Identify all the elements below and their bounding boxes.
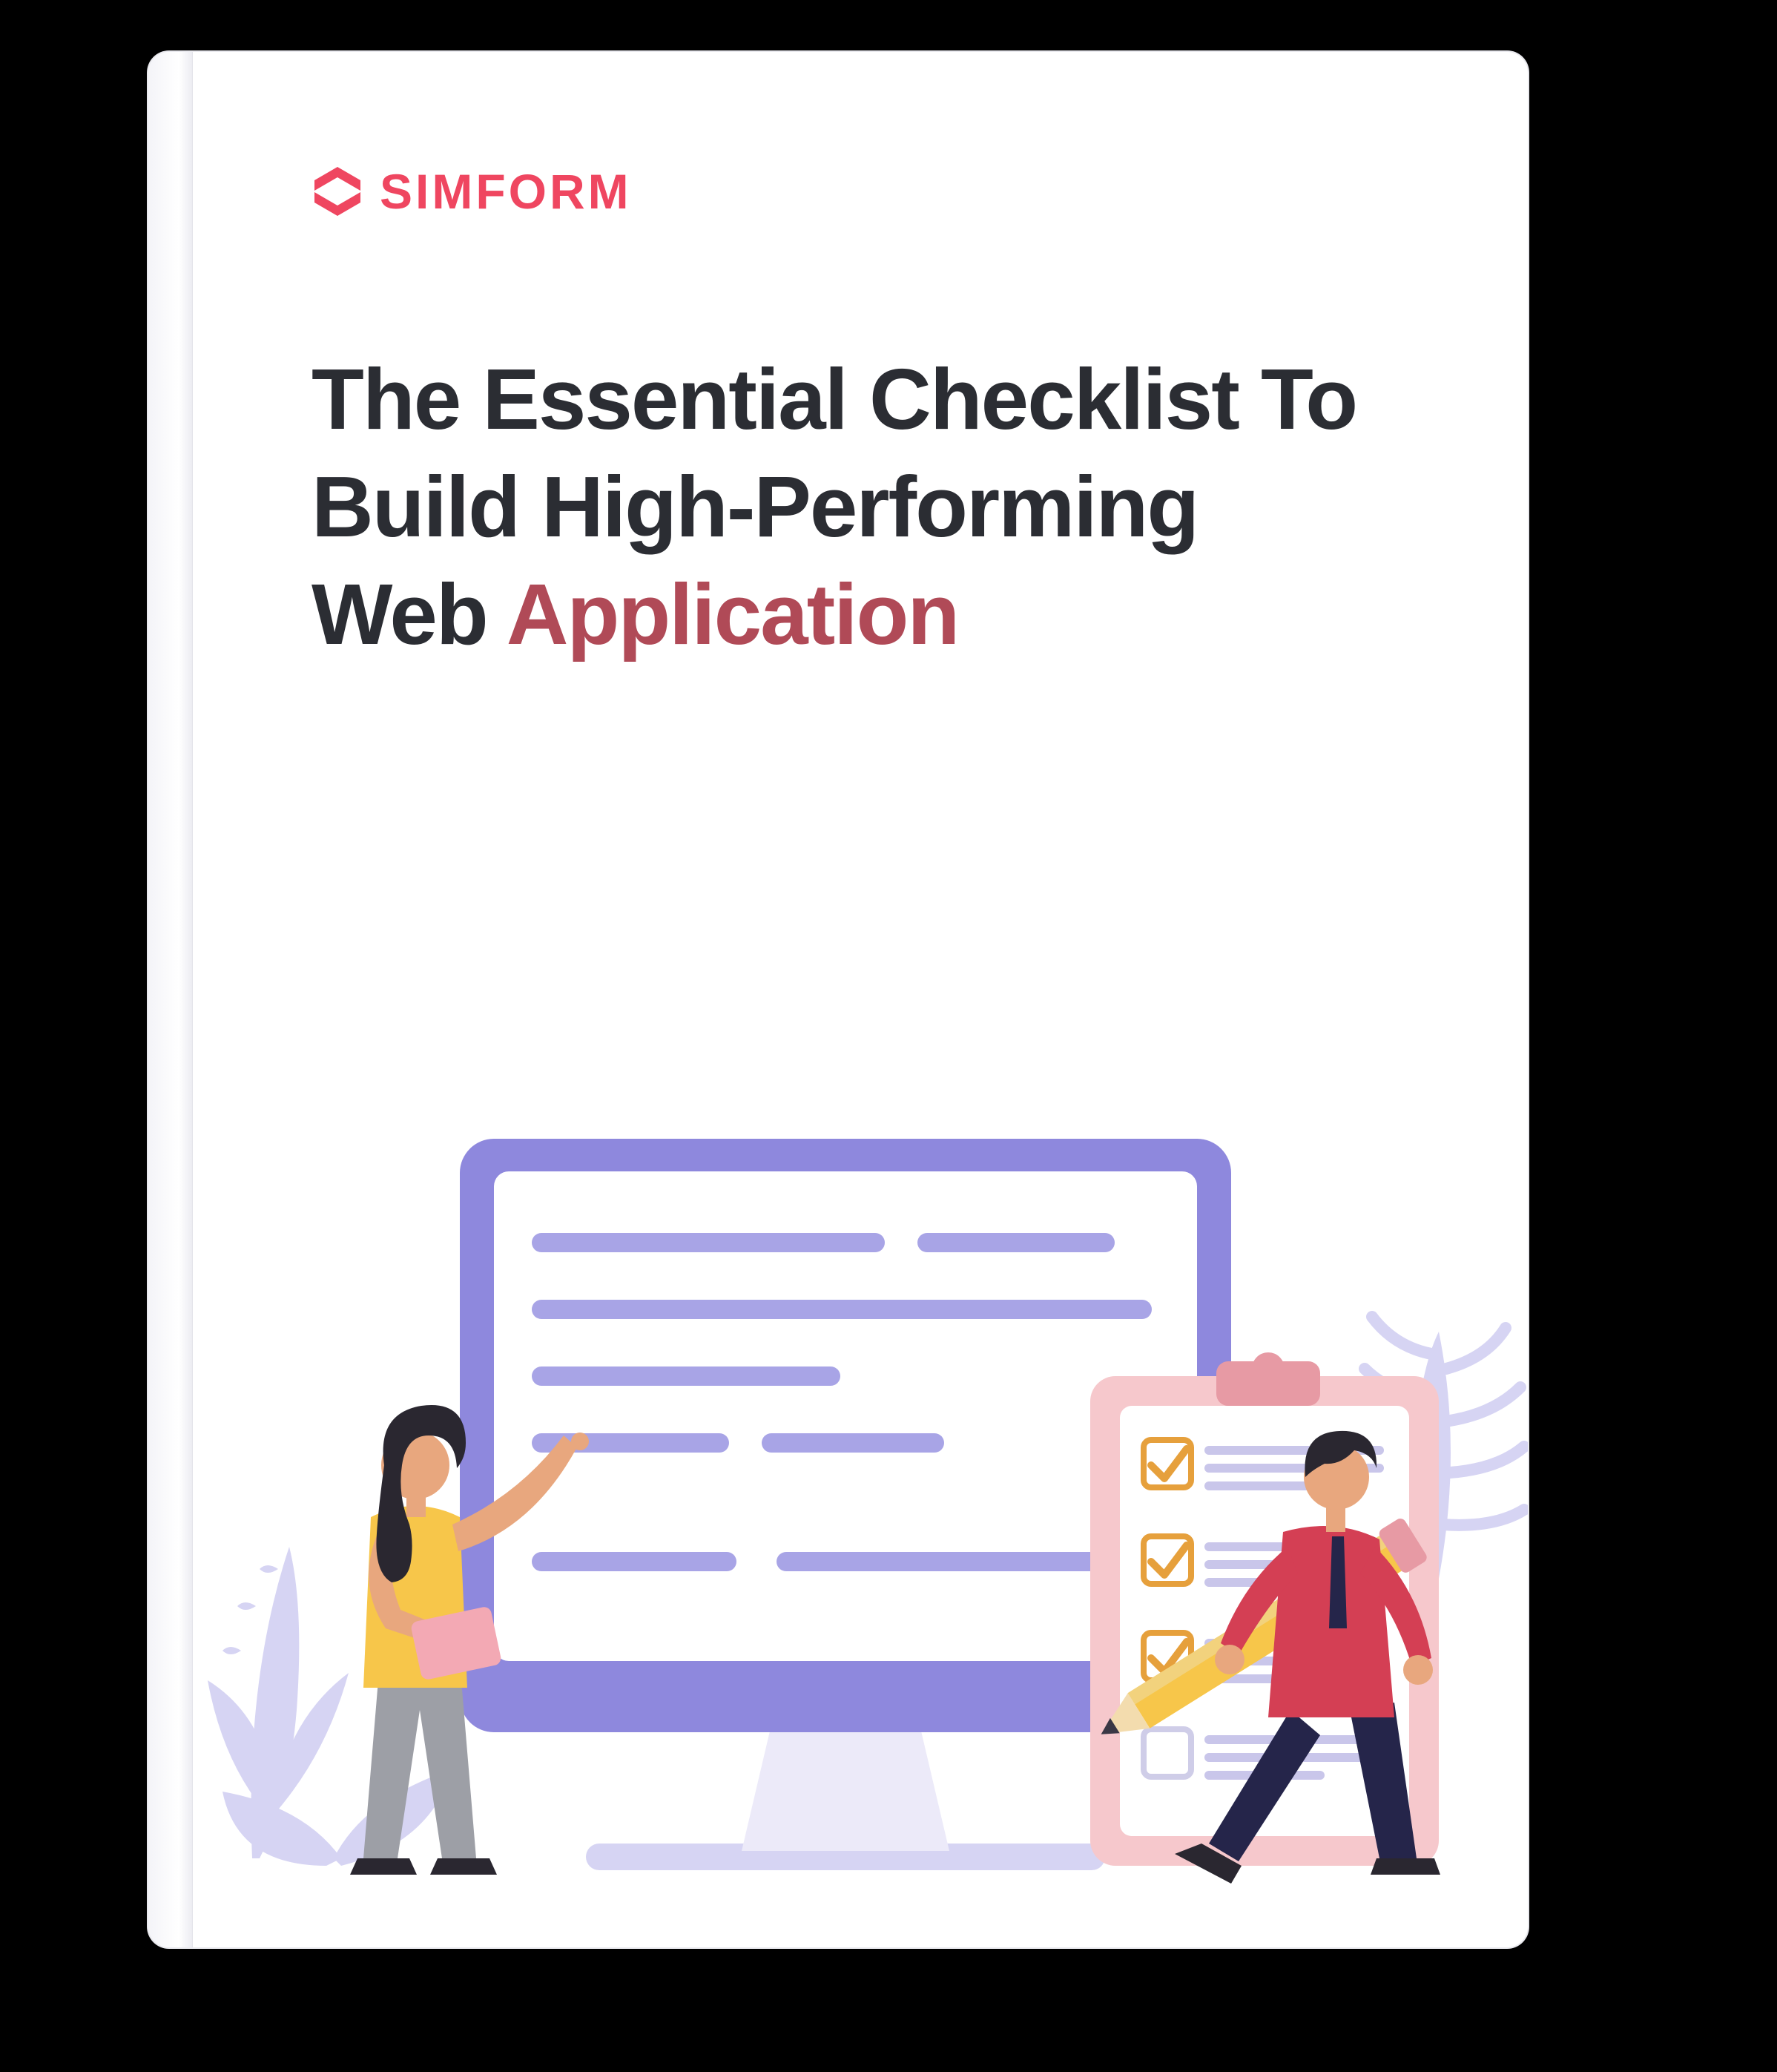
cover-illustration	[193, 1087, 1528, 1947]
title-line-3b: Application	[507, 566, 959, 662]
brand-logo-icon	[311, 165, 363, 217]
title-line-3a: Web	[311, 566, 507, 662]
ebook-cover: SIMFORM The Essential Checklist To Build…	[148, 52, 1528, 1947]
title-line-1: The Essential Checklist To	[311, 351, 1356, 447]
cover-title: The Essential Checklist To Build High-Pe…	[311, 346, 1424, 668]
brand-logo: SIMFORM	[311, 163, 1424, 220]
cover-page: SIMFORM The Essential Checklist To Build…	[193, 52, 1528, 1947]
book-spine	[148, 52, 193, 1947]
title-line-2: Build High-Performing	[311, 458, 1198, 555]
brand-logo-text: SIMFORM	[380, 163, 632, 220]
